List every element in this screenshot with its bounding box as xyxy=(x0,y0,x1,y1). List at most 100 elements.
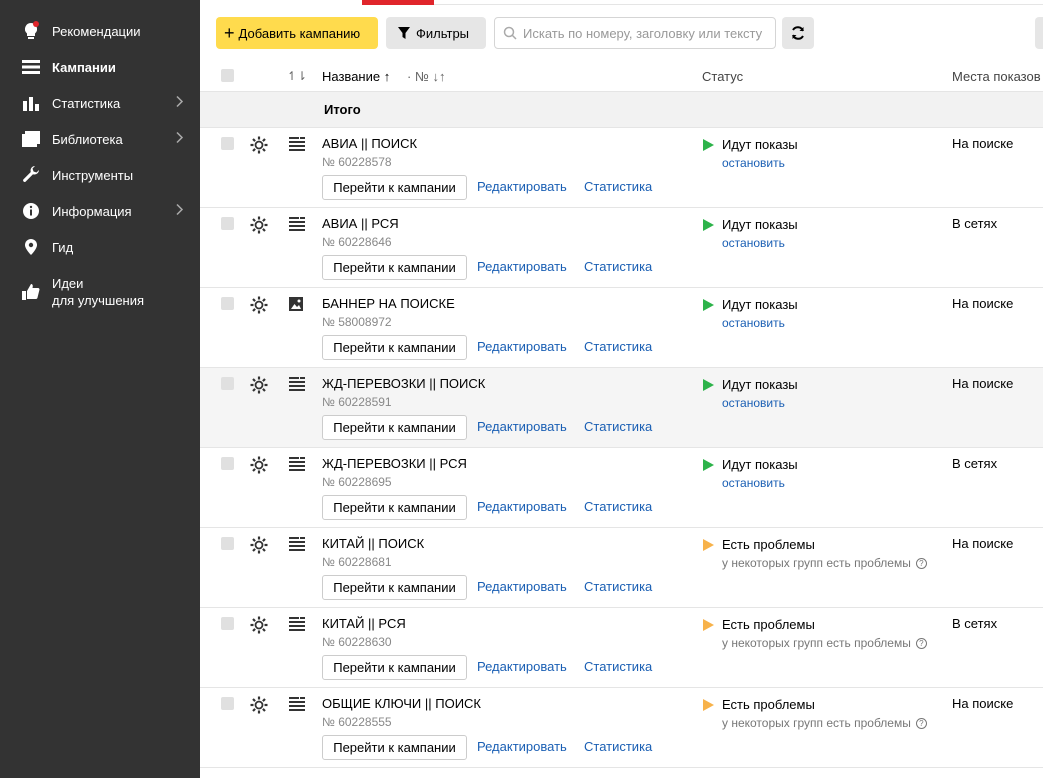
warning-play-icon xyxy=(703,619,714,631)
column-places-header[interactable]: Места показов xyxy=(952,69,1041,84)
edit-link[interactable]: Редактировать xyxy=(477,579,567,594)
sidebar-item-ideas[interactable]: Идеи для улучшения xyxy=(0,268,200,316)
sidebar-item-recommendations[interactable]: Рекомендации xyxy=(0,13,200,49)
row-checkbox[interactable] xyxy=(221,537,234,550)
table-row: ЖД-ПЕРЕВОЗКИ || ПОИСК № 60228591 Перейти к… xyxy=(200,368,1043,448)
campaign-name[interactable]: АВИА || РСЯ xyxy=(322,216,399,231)
stop-link[interactable]: остановить xyxy=(722,476,785,490)
status-text: Идут показы xyxy=(722,297,798,312)
edit-link[interactable]: Редактировать xyxy=(477,259,567,274)
filters-button[interactable]: Фильтры xyxy=(386,17,486,49)
edit-link[interactable]: Редактировать xyxy=(477,419,567,434)
search-input[interactable] xyxy=(523,25,773,41)
stop-link[interactable]: остановить xyxy=(722,396,785,410)
sidebar-item-campaigns[interactable]: Кампании xyxy=(0,49,200,85)
row-checkbox[interactable] xyxy=(221,617,234,630)
sidebar-item-label: Информация xyxy=(52,203,132,219)
statistics-link[interactable]: Статистика xyxy=(584,739,652,754)
sidebar-item-label-line2: для улучшения xyxy=(52,293,145,308)
campaign-number: № 60228578 xyxy=(322,155,392,169)
goto-campaign-button[interactable]: Перейти к кампании xyxy=(322,335,467,360)
select-all-checkbox[interactable] xyxy=(221,69,234,82)
goto-campaign-button[interactable]: Перейти к кампании xyxy=(322,415,467,440)
bar-chart-icon xyxy=(21,93,41,113)
status-detail-text: у некоторых групп есть проблемы xyxy=(722,556,911,570)
statistics-link[interactable]: Статистика xyxy=(584,179,652,194)
sidebar-item-tools[interactable]: Инструменты xyxy=(0,157,200,193)
table-row: КИТАЙ || РСЯ № 60228630 Перейти к кампании… xyxy=(200,608,1043,688)
text-campaign-icon xyxy=(289,137,305,154)
campaign-name[interactable]: ОБЩИЕ КЛЮЧИ || ПОИСК xyxy=(322,696,481,711)
gear-icon[interactable] xyxy=(250,376,268,397)
campaign-name[interactable]: ЖД-ПЕРЕВОЗКИ || ПОИСК xyxy=(322,376,485,391)
help-icon[interactable]: ? xyxy=(915,557,927,569)
statistics-link[interactable]: Статистика xyxy=(584,419,652,434)
campaign-name[interactable]: ЖД-ПЕРЕВОЗКИ || РСЯ xyxy=(322,456,467,471)
text-campaign-icon xyxy=(289,377,305,394)
help-icon[interactable]: ? xyxy=(915,637,927,649)
statistics-link[interactable]: Статистика xyxy=(584,339,652,354)
sidebar-item-guide[interactable]: Гид xyxy=(0,229,200,265)
campaign-name[interactable]: КИТАЙ || РСЯ xyxy=(322,616,406,631)
row-checkbox[interactable] xyxy=(221,377,234,390)
statistics-link[interactable]: Статистика xyxy=(584,579,652,594)
statistics-link[interactable]: Статистика xyxy=(584,659,652,674)
row-checkbox[interactable] xyxy=(221,457,234,470)
row-checkbox[interactable] xyxy=(221,217,234,230)
list-icon xyxy=(21,57,41,77)
edit-link[interactable]: Редактировать xyxy=(477,659,567,674)
row-checkbox[interactable] xyxy=(221,297,234,310)
gear-icon[interactable] xyxy=(250,536,268,557)
statistics-link[interactable]: Статистика xyxy=(584,259,652,274)
sidebar-item-info[interactable]: Информация xyxy=(0,193,200,229)
campaign-name[interactable]: БАННЕР НА ПОИСКЕ xyxy=(322,296,455,311)
placement-text: В сетях xyxy=(952,616,998,631)
goto-campaign-button[interactable]: Перейти к кампании xyxy=(322,255,467,280)
goto-campaign-button[interactable]: Перейти к кампании xyxy=(322,735,467,760)
row-checkbox[interactable] xyxy=(221,137,234,150)
sort-type-icon[interactable]: ↿⇂ xyxy=(287,69,307,83)
gear-icon[interactable] xyxy=(250,696,268,717)
sidebar-item-library[interactable]: Библиотека xyxy=(0,121,200,157)
stop-link[interactable]: остановить xyxy=(722,156,785,170)
stop-link[interactable]: остановить xyxy=(722,316,785,330)
column-name-header[interactable]: Название ↑ xyxy=(322,69,390,84)
goto-campaign-button[interactable]: Перейти к кампании xyxy=(322,575,467,600)
library-icon xyxy=(21,129,41,149)
edit-link[interactable]: Редактировать xyxy=(477,179,567,194)
stop-link[interactable]: остановить xyxy=(722,236,785,250)
goto-campaign-button[interactable]: Перейти к кампании xyxy=(322,175,467,200)
refresh-button[interactable] xyxy=(782,17,814,49)
campaign-name[interactable]: КИТАЙ || ПОИСК xyxy=(322,536,424,551)
lightbulb-icon xyxy=(21,21,41,41)
warning-play-icon xyxy=(703,699,714,711)
goto-campaign-button[interactable]: Перейти к кампании xyxy=(322,495,467,520)
gear-icon[interactable] xyxy=(250,296,268,317)
sidebar-item-statistics[interactable]: Статистика xyxy=(0,85,200,121)
gear-icon[interactable] xyxy=(250,456,268,477)
edit-link[interactable]: Редактировать xyxy=(477,739,567,754)
row-checkbox[interactable] xyxy=(221,697,234,710)
campaign-name[interactable]: АВИА || ПОИСК xyxy=(322,136,417,151)
edit-link[interactable]: Редактировать xyxy=(477,499,567,514)
statistics-link[interactable]: Статистика xyxy=(584,499,652,514)
campaign-number: № 60228646 xyxy=(322,235,392,249)
sidebar-item-label: Гид xyxy=(52,239,74,255)
column-number-header[interactable]: · № ↓↑ xyxy=(407,69,446,84)
text-campaign-icon xyxy=(289,697,305,714)
toolbar: + Добавить кампанию Фильтры xyxy=(200,5,1043,61)
gear-icon[interactable] xyxy=(250,216,268,237)
filter-icon xyxy=(398,27,410,39)
info-icon xyxy=(21,201,41,221)
more-button[interactable] xyxy=(1035,17,1043,49)
column-status-header[interactable]: Статус xyxy=(702,69,743,84)
goto-campaign-button[interactable]: Перейти к кампании xyxy=(322,655,467,680)
help-icon[interactable]: ? xyxy=(915,717,927,729)
play-icon xyxy=(703,219,714,231)
gear-icon[interactable] xyxy=(250,616,268,637)
chevron-right-icon xyxy=(176,203,184,219)
campaign-number: № 60228555 xyxy=(322,715,392,729)
add-campaign-button[interactable]: + Добавить кампанию xyxy=(216,17,378,49)
gear-icon[interactable] xyxy=(250,136,268,157)
edit-link[interactable]: Редактировать xyxy=(477,339,567,354)
